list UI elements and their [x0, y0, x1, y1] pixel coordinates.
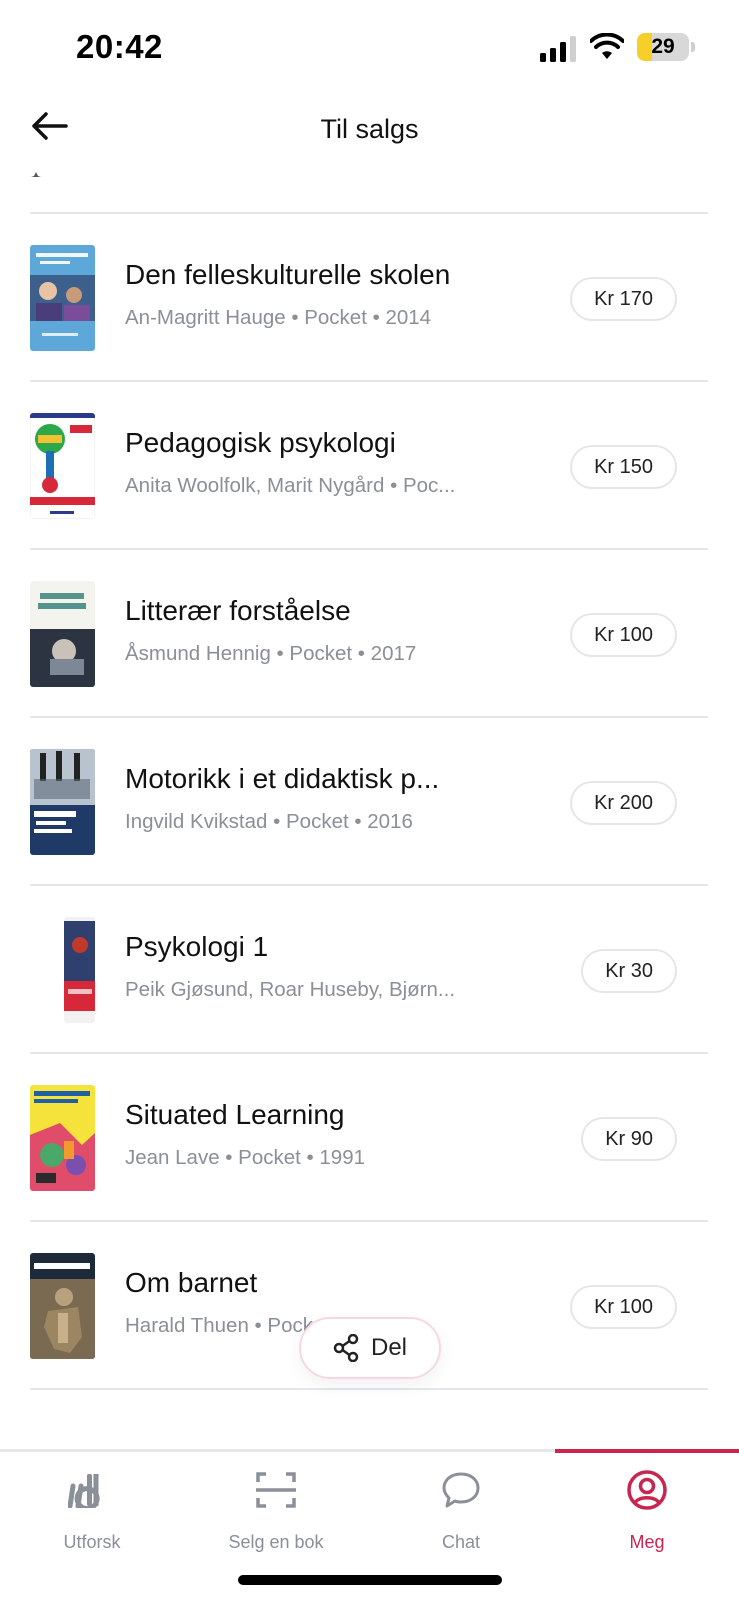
nav-label: Chat	[441, 1532, 481, 1552]
lb-logo-icon	[68, 1474, 100, 1508]
price-badge[interactable]: Kr 200	[570, 781, 677, 825]
list-divider	[30, 380, 708, 382]
top-header: Til salgs	[0, 92, 739, 172]
wifi-icon	[590, 33, 624, 59]
price-badge[interactable]: Kr 90	[581, 1117, 677, 1161]
book-title: Den felleskulturelle skolen	[125, 259, 451, 290]
list-item[interactable]: Motorikk i et didaktisk p... Ingvild Kvi…	[0, 719, 739, 887]
book-meta: Åsmund Hennig • Pocket • 2017	[125, 642, 417, 665]
list-divider	[30, 884, 708, 886]
nav-label: Utforsk	[63, 1532, 121, 1552]
home-indicator	[238, 1575, 502, 1585]
book-cover-image	[30, 245, 95, 351]
price-badge[interactable]: Kr 170	[570, 277, 677, 321]
price-badge[interactable]: Kr 100	[570, 613, 677, 657]
book-title: Litterær forståelse	[125, 595, 351, 626]
price-badge[interactable]: Kr 100	[570, 1285, 677, 1329]
list-item[interactable]: Litterær forståelse Åsmund Hennig • Pock…	[0, 551, 739, 719]
nav-tab-chat[interactable]: Chat	[369, 1452, 553, 1562]
book-title: Om barnet	[125, 1267, 258, 1298]
profile-icon	[627, 1470, 667, 1510]
book-cover-image	[30, 581, 95, 687]
battery-percent: 29	[651, 35, 675, 58]
battery-indicator: 29	[637, 33, 689, 61]
price-badge[interactable]: Kr 30	[581, 949, 677, 993]
battery-nub	[691, 42, 695, 52]
book-title: Motorikk i et didaktisk p...	[125, 763, 440, 794]
nav-tab-meg[interactable]: Meg	[555, 1452, 739, 1562]
list-item[interactable]: Pedagogisk psykologi Anita Woolfolk, Mar…	[0, 383, 739, 551]
nav-tab-utforsk[interactable]: Utforsk	[0, 1452, 184, 1562]
status-time: 20:42	[76, 28, 163, 65]
list-item[interactable]: Situated Learning Jean Lave • Pocket • 1…	[0, 1055, 739, 1223]
book-title: Situated Learning	[125, 1099, 345, 1130]
list-divider	[30, 716, 708, 718]
list-item[interactable]: Den felleskulturelle skolen An-Magritt H…	[0, 215, 739, 383]
book-meta: Harald Thuen • Pocket	[125, 1314, 331, 1337]
chat-bubble-icon	[442, 1472, 480, 1508]
scan-icon	[256, 1472, 296, 1508]
list-divider	[30, 1388, 708, 1390]
book-cover-image	[30, 1085, 95, 1191]
share-label: Del	[370, 1334, 407, 1361]
nav-label: Meg	[629, 1532, 665, 1552]
cellular-signal-icon	[540, 36, 576, 62]
book-meta: Anita Woolfolk, Marit Nygård • Poc...	[125, 474, 456, 497]
share-button[interactable]: Del	[299, 1317, 441, 1379]
book-meta: Peik Gjøsund, Roar Huseby, Bjørn...	[125, 978, 456, 1001]
book-cover-image	[30, 413, 95, 519]
partial-cover-thumbnail	[31, 172, 41, 177]
book-cover-image	[30, 749, 95, 855]
book-cover-image	[64, 917, 95, 1023]
nav-tab-selg-en-bok[interactable]: Selg en bok	[184, 1452, 368, 1562]
book-meta: An-Magritt Hauge • Pocket • 2014	[125, 306, 432, 329]
share-icon	[333, 1334, 359, 1362]
book-cover-image	[30, 1253, 95, 1359]
book-meta: Jean Lave • Pocket • 1991	[125, 1146, 366, 1169]
nav-label: Selg en bok	[228, 1532, 324, 1552]
list-divider	[30, 212, 708, 214]
list-divider	[30, 1220, 708, 1222]
book-title: Pedagogisk psykologi	[125, 427, 396, 458]
list-divider	[30, 548, 708, 550]
list-item[interactable]	[0, 1391, 739, 1421]
book-title: Psykologi 1	[125, 931, 269, 962]
list-divider	[30, 1052, 708, 1054]
status-bar: 20:42 29	[0, 0, 739, 92]
list-item[interactable]: Psykologi 1 Peik Gjøsund, Roar Huseby, B…	[0, 887, 739, 1055]
price-badge[interactable]: Kr 150	[570, 445, 677, 489]
page-title: Til salgs	[320, 114, 419, 144]
book-meta: Ingvild Kvikstad • Pocket • 2016	[125, 810, 413, 833]
